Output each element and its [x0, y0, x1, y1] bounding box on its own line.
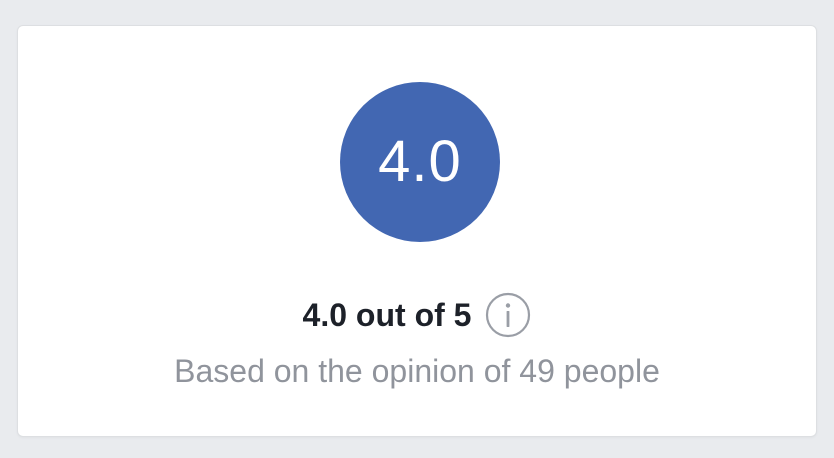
rating-summary: 4.0 out of 5 [302, 297, 472, 333]
score-badge: 4.0 [340, 82, 500, 242]
rating-card: 4.0 4.0 out of 5 Based on the opinion of… [17, 25, 817, 437]
rating-summary-row: 4.0 out of 5 [18, 292, 816, 338]
info-icon[interactable] [485, 292, 531, 338]
rating-basis: Based on the opinion of 49 people [174, 353, 660, 389]
score-value: 4.0 [378, 129, 462, 194]
